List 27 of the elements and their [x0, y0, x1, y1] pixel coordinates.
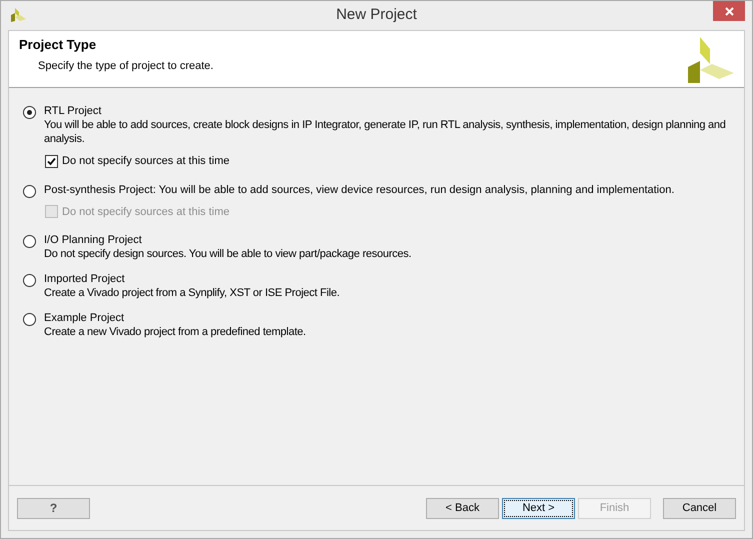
dialog-button[interactable]: Next >: [502, 498, 575, 518]
option-description: Do not specify design sources. You will be able to view part/package resources.: [44, 247, 412, 261]
checkbox[interactable]: [45, 154, 58, 168]
option-label[interactable]: Post-synthesis Project: You will be able to add sources, view device resources, run design analysis, planning and implementation.: [44, 182, 674, 196]
app-logo-icon: [10, 8, 26, 22]
option-label[interactable]: Example Project: [44, 311, 739, 325]
close-button[interactable]: [713, 1, 745, 21]
option-label[interactable]: I/O Planning Project: [44, 233, 739, 247]
option-label[interactable]: RTL Project: [44, 104, 739, 118]
help-button[interactable]: ?: [17, 498, 90, 518]
option-label[interactable]: Imported Project: [44, 272, 739, 286]
option-description: You will be able to add sources, create block designs in IP Integrator, generate IP, run RTL analysis, synthesis, implementation, design planning and analysis.: [44, 118, 727, 146]
option-description: Create a Vivado project from a Synplify, XST or ISE Project File.: [44, 286, 341, 300]
radio-button[interactable]: [23, 235, 36, 248]
header-title: Project Type: [19, 36, 98, 54]
checkbox-label[interactable]: Do not specify sources at this time: [62, 153, 230, 170]
radio-button[interactable]: [23, 313, 36, 326]
radio-button[interactable]: [23, 184, 36, 198]
dialog-button[interactable]: < Back: [426, 498, 499, 518]
window-title: New Project: [336, 5, 417, 26]
logo-icon: [688, 37, 734, 83]
radio-button[interactable]: [23, 274, 36, 287]
header-subtitle: Specify the type of project to create.: [37, 58, 214, 74]
radio-button[interactable]: [23, 106, 36, 119]
option-description: Create a new Vivado project from a predefined template.: [44, 325, 307, 339]
close-icon: [724, 6, 734, 16]
dialog-button[interactable]: Cancel: [663, 498, 736, 518]
